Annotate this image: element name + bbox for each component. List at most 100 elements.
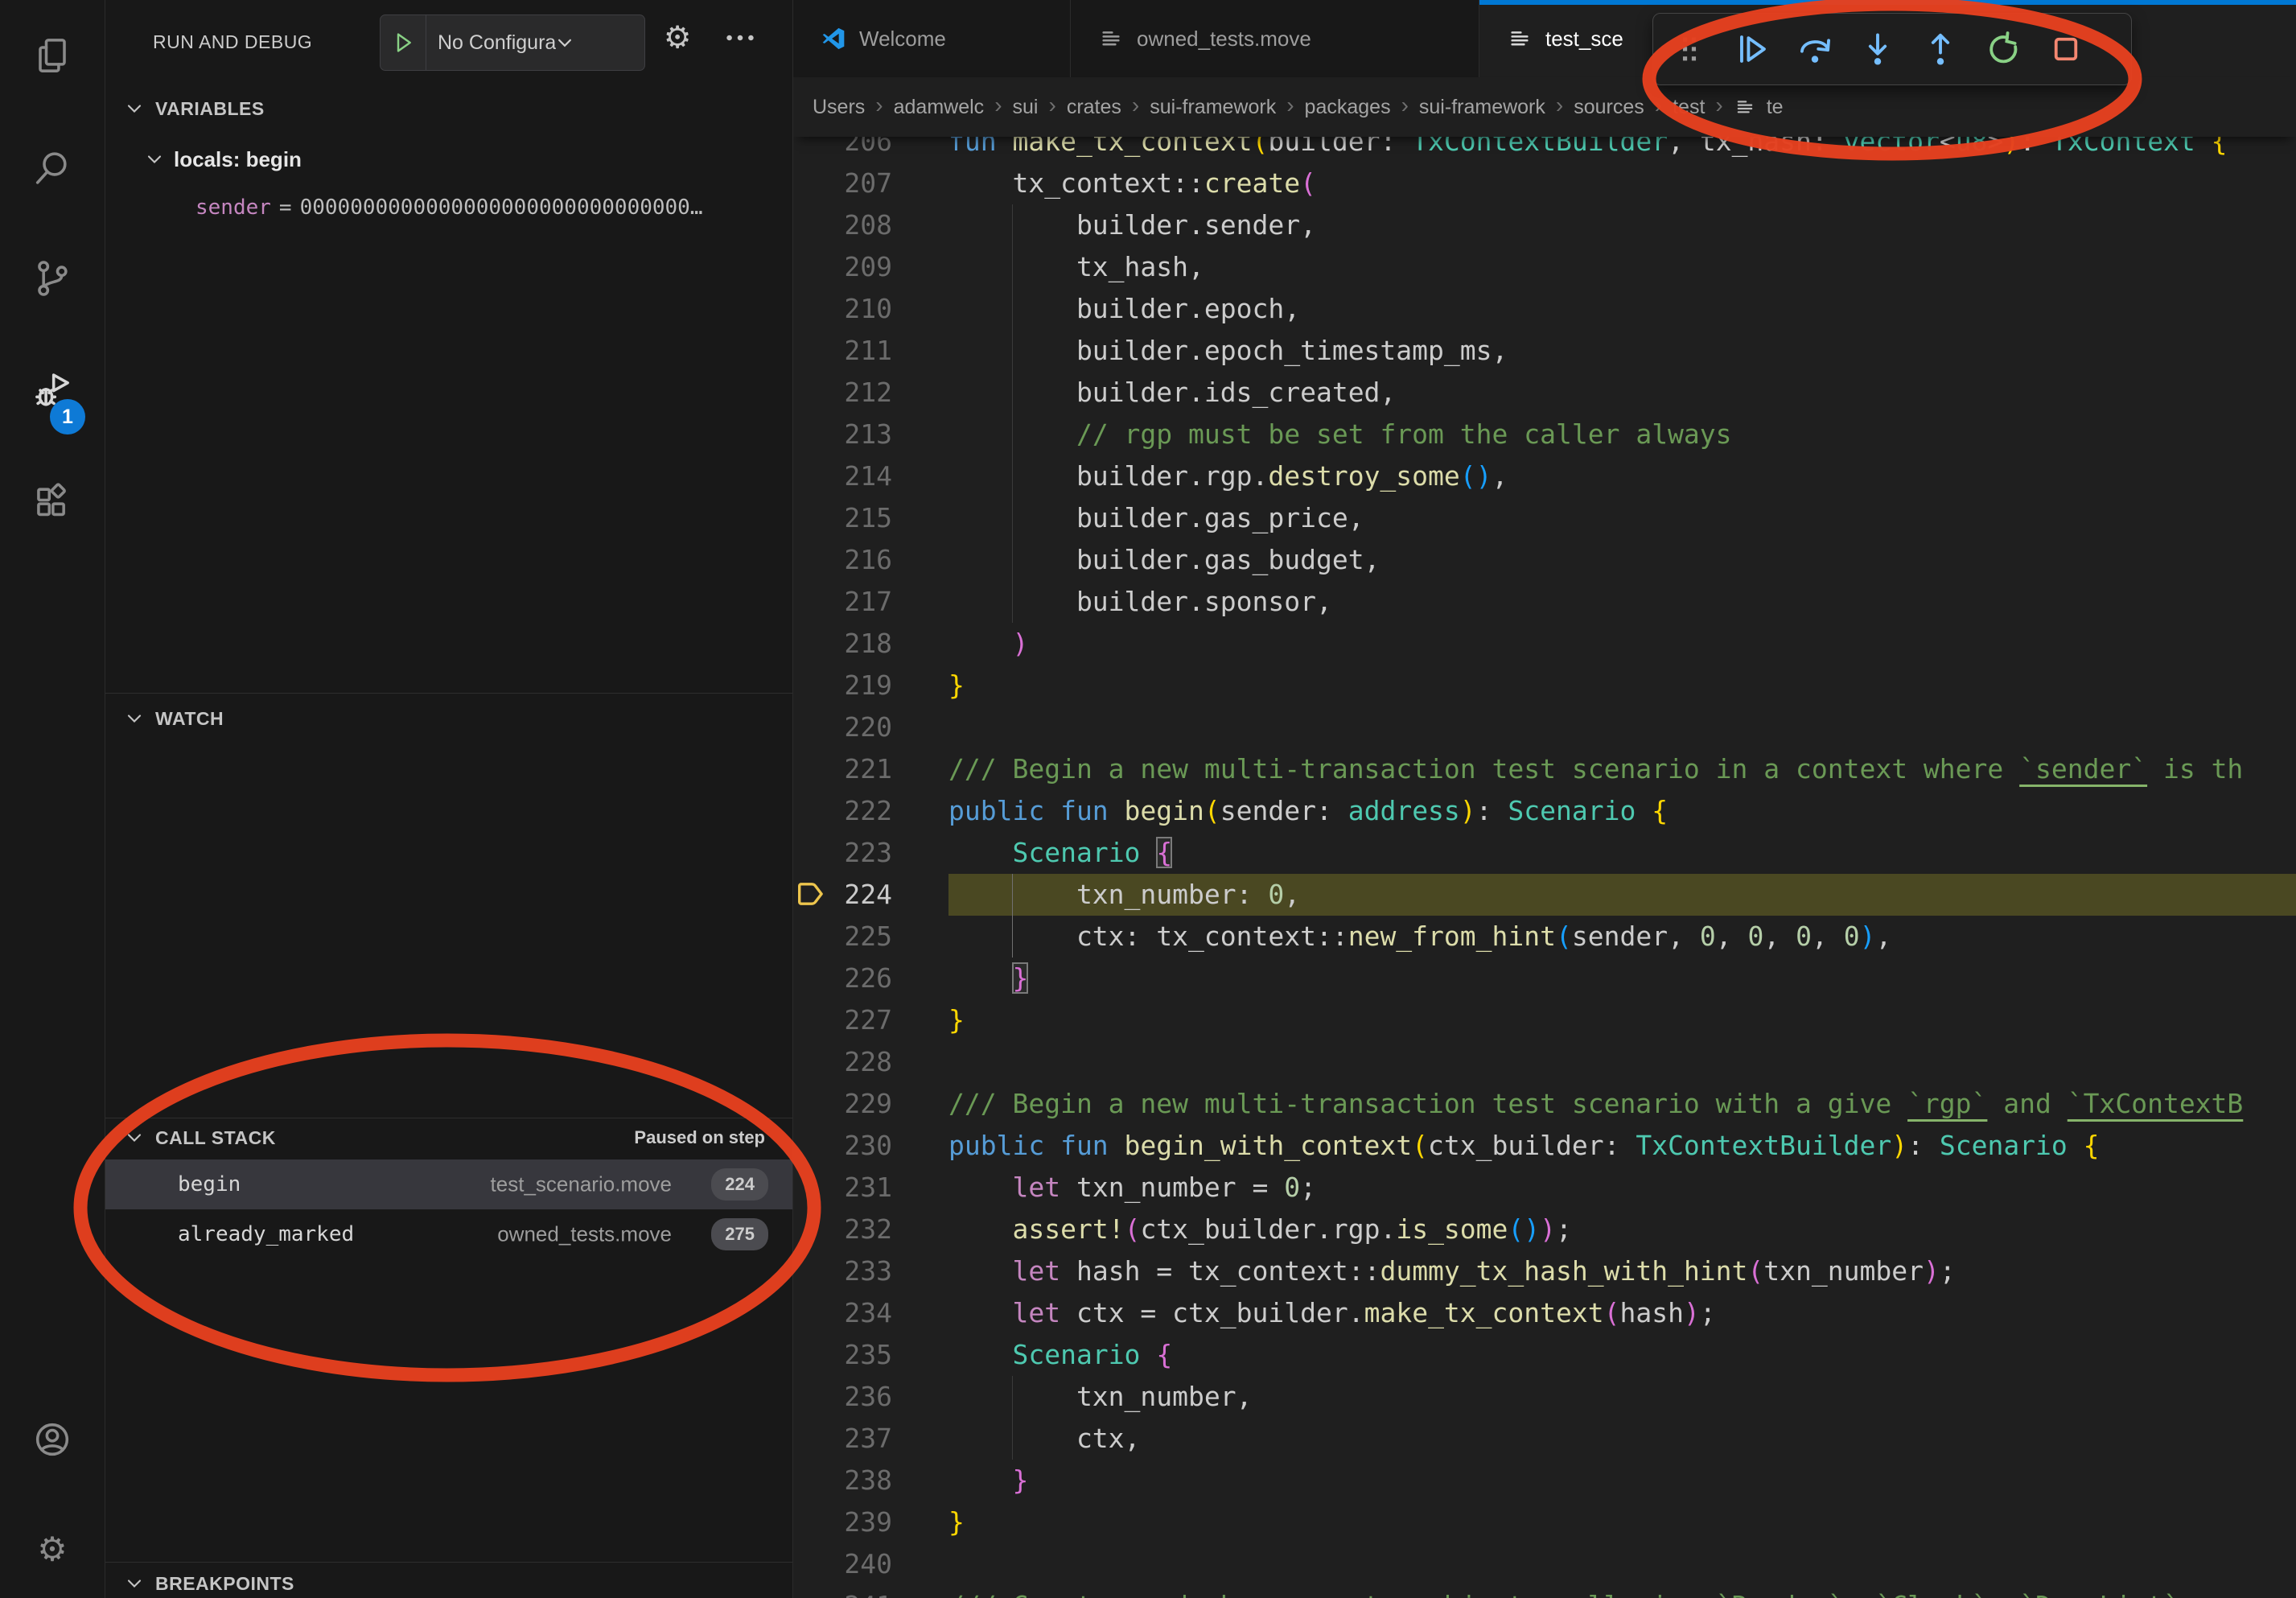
line-number[interactable]: 225 [793, 916, 892, 958]
line-number[interactable]: 227 [793, 999, 892, 1041]
line-number[interactable]: 212 [793, 372, 892, 414]
code-line[interactable]: 210 builder.epoch, [793, 288, 2296, 330]
step-out-button[interactable] [1920, 29, 1961, 69]
code-line[interactable]: 225 ctx: tx_context::new_from_hint(sende… [793, 916, 2296, 958]
code-line[interactable]: 208 builder.sender, [793, 204, 2296, 246]
line-number[interactable]: 237 [793, 1418, 892, 1460]
breadcrumb-item[interactable]: Users [813, 96, 865, 119]
code-line[interactable]: 238 } [793, 1460, 2296, 1501]
debug-start-icon[interactable] [381, 15, 426, 70]
breadcrumb-item[interactable]: packages [1305, 96, 1391, 119]
code-line[interactable]: 223 Scenario { [793, 832, 2296, 874]
activity-bar-item-extensions[interactable] [0, 462, 105, 542]
breadcrumb[interactable]: Users›adamwelc›sui›crates›sui-framework›… [793, 77, 2296, 137]
code-line[interactable]: 209 tx_hash, [793, 246, 2296, 288]
code-line[interactable]: 213 // rgp must be set from the caller a… [793, 414, 2296, 455]
activity-bar-item-accounts[interactable] [0, 1399, 105, 1480]
line-number[interactable]: 229 [793, 1083, 892, 1125]
line-number[interactable]: 235 [793, 1334, 892, 1376]
line-number[interactable]: 223 [793, 832, 892, 874]
code-editor[interactable]: 206fun make_tx_context(builder: TxContex… [793, 0, 2296, 1598]
section-call-stack[interactable]: CALL STACK Paused on step [105, 1118, 792, 1157]
step-over-button[interactable] [1795, 29, 1835, 69]
code-line[interactable]: 233 let hash = tx_context::dummy_tx_hash… [793, 1250, 2296, 1292]
line-number[interactable]: 231 [793, 1167, 892, 1209]
activity-bar-item-source-control[interactable] [0, 238, 105, 319]
code-line[interactable]: 222public fun begin(sender: address): Sc… [793, 790, 2296, 832]
breadcrumb-item[interactable]: sources [1574, 96, 1644, 119]
activity-bar-item-run-and-debug[interactable]: 1 [0, 351, 105, 431]
line-number[interactable]: 211 [793, 330, 892, 372]
breadcrumb-item[interactable]: sui [1013, 96, 1039, 119]
code-line[interactable]: 240 [793, 1543, 2296, 1585]
line-number[interactable]: 234 [793, 1292, 892, 1334]
activity-bar-item-explorer[interactable] [0, 15, 105, 96]
code-line[interactable]: 227} [793, 999, 2296, 1041]
variables-scope-row[interactable]: locals: begin [105, 138, 792, 180]
variable-row-sender[interactable]: sender = 0000000000000000000000000000000… [195, 187, 786, 229]
code-line[interactable]: 214 builder.rgp.destroy_some(), [793, 455, 2296, 497]
activity-bar-item-settings[interactable]: ⚙ [0, 1509, 105, 1590]
call-stack-frame[interactable]: already_markedowned_tests.move275 [105, 1209, 792, 1259]
line-number[interactable]: 207 [793, 163, 892, 204]
breadcrumb-file[interactable]: te [1767, 96, 1784, 119]
line-number[interactable]: 240 [793, 1543, 892, 1585]
debug-config-dropdown[interactable]: No Configura [380, 14, 645, 71]
breadcrumb-item[interactable]: adamwelc [894, 96, 985, 119]
code-line[interactable]: 219} [793, 665, 2296, 706]
code-line[interactable]: 232 assert!(ctx_builder.rgp.is_some()); [793, 1209, 2296, 1250]
section-breakpoints[interactable]: BREAKPOINTS [105, 1564, 792, 1598]
code-line[interactable]: 231 let txn_number = 0; [793, 1167, 2296, 1209]
line-number[interactable]: 222 [793, 790, 892, 832]
code-line[interactable]: 236 txn_number, [793, 1376, 2296, 1418]
code-line[interactable]: 241/// Creates and shares system objects… [793, 1585, 2296, 1598]
line-number[interactable]: 214 [793, 455, 892, 497]
code-line[interactable]: 215 builder.gas_price, [793, 497, 2296, 539]
code-line[interactable]: 211 builder.epoch_timestamp_ms, [793, 330, 2296, 372]
continue-button[interactable] [1732, 29, 1772, 69]
breadcrumb-item[interactable]: sui-framework [1150, 96, 1276, 119]
line-number[interactable]: 209 [793, 246, 892, 288]
line-number[interactable]: 210 [793, 288, 892, 330]
call-stack-frame[interactable]: begintest_scenario.move224 [105, 1159, 792, 1209]
code-line[interactable]: 220 [793, 706, 2296, 748]
code-line[interactable]: 228 [793, 1041, 2296, 1083]
code-line[interactable]: 235 Scenario { [793, 1334, 2296, 1376]
code-line[interactable]: 221/// Begin a new multi-transaction tes… [793, 748, 2296, 790]
section-watch[interactable]: WATCH [105, 699, 792, 738]
line-number[interactable]: 241 [793, 1585, 892, 1598]
line-number[interactable]: 215 [793, 497, 892, 539]
code-line[interactable]: 226 } [793, 958, 2296, 999]
code-line[interactable]: 217 builder.sponsor, [793, 581, 2296, 623]
line-number[interactable]: 213 [793, 414, 892, 455]
line-number[interactable]: 230 [793, 1125, 892, 1167]
drag-handle[interactable] [1669, 29, 1710, 69]
breadcrumb-item[interactable]: test [1673, 96, 1705, 119]
line-number[interactable]: 226 [793, 958, 892, 999]
code-line[interactable]: 230public fun begin_with_context(ctx_bui… [793, 1125, 2296, 1167]
breadcrumb-item[interactable]: crates [1067, 96, 1121, 119]
restart-button[interactable] [1983, 29, 2023, 69]
stop-button[interactable] [2046, 29, 2086, 69]
gear-icon[interactable]: ⚙ [659, 19, 696, 56]
code-line[interactable]: 237 ctx, [793, 1418, 2296, 1460]
code-line[interactable]: 234 let ctx = ctx_builder.make_tx_contex… [793, 1292, 2296, 1334]
line-number[interactable]: 220 [793, 706, 892, 748]
line-number[interactable]: 208 [793, 204, 892, 246]
line-number[interactable]: 236 [793, 1376, 892, 1418]
code-line[interactable]: 239} [793, 1501, 2296, 1543]
section-variables[interactable]: VARIABLES [105, 89, 792, 128]
code-line[interactable]: 218 ) [793, 623, 2296, 665]
line-number[interactable]: 233 [793, 1250, 892, 1292]
line-number[interactable]: 217 [793, 581, 892, 623]
more-actions-icon[interactable] [722, 19, 759, 56]
breadcrumb-item[interactable]: sui-framework [1419, 96, 1545, 119]
code-line[interactable]: 207 tx_context::create( [793, 163, 2296, 204]
line-number[interactable]: 216 [793, 539, 892, 581]
line-number[interactable]: 218 [793, 623, 892, 665]
line-number[interactable]: 219 [793, 665, 892, 706]
code-line[interactable]: 216 builder.gas_budget, [793, 539, 2296, 581]
step-into-button[interactable] [1858, 29, 1898, 69]
line-number[interactable]: 239 [793, 1501, 892, 1543]
line-number[interactable]: 228 [793, 1041, 892, 1083]
